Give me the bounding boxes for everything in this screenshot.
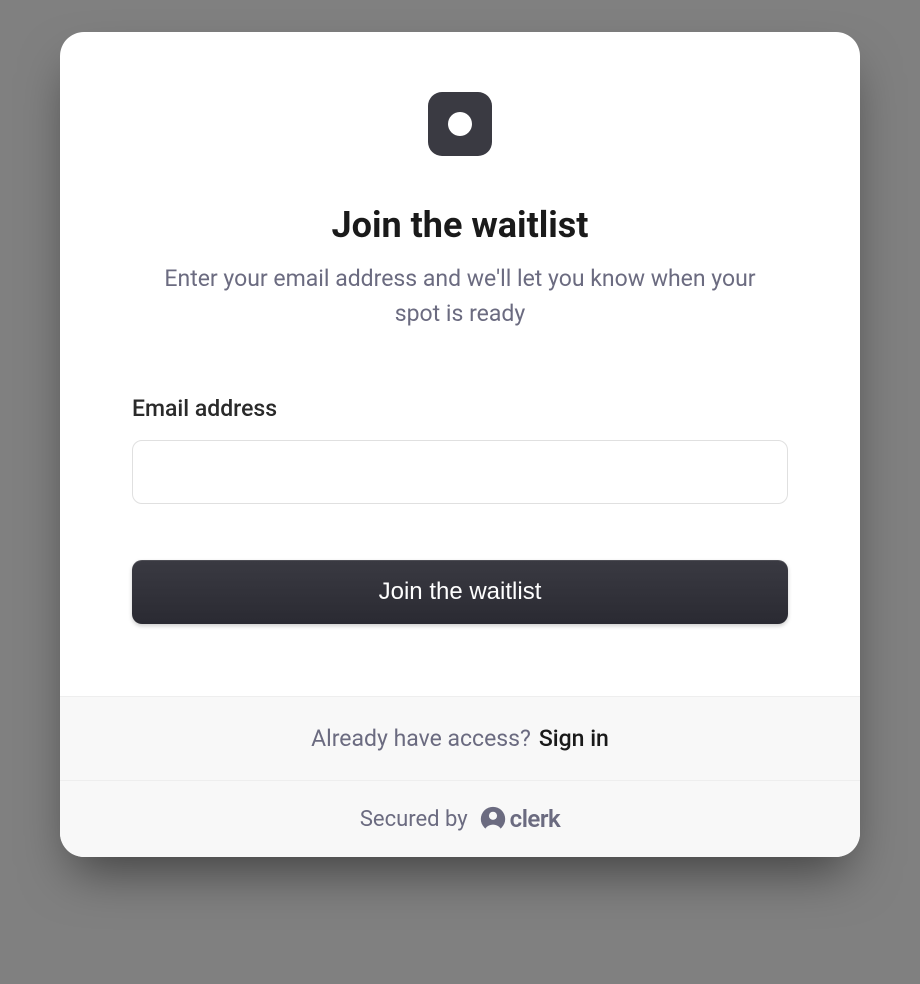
app-logo-icon xyxy=(428,92,492,156)
card-footer-secured: Secured by clerk xyxy=(60,780,860,857)
page-subtitle: Enter your email address and we'll let y… xyxy=(160,262,760,331)
waitlist-card: Join the waitlist Enter your email addre… xyxy=(60,32,860,857)
email-form-group: Email address xyxy=(132,395,788,504)
card-main: Join the waitlist Enter your email addre… xyxy=(60,32,860,696)
secured-by-text: Secured by xyxy=(360,807,468,832)
sign-in-link[interactable]: Sign in xyxy=(539,725,609,752)
page-title: Join the waitlist xyxy=(332,204,589,246)
clerk-brand-text: clerk xyxy=(510,805,560,833)
card-footer-access: Already have access? Sign in xyxy=(60,696,860,780)
clerk-icon xyxy=(480,806,506,832)
join-waitlist-button[interactable]: Join the waitlist xyxy=(132,560,788,624)
email-label: Email address xyxy=(132,395,788,422)
already-have-access-text: Already have access? xyxy=(311,725,531,752)
clerk-logo: clerk xyxy=(480,805,560,833)
email-input[interactable] xyxy=(132,440,788,504)
